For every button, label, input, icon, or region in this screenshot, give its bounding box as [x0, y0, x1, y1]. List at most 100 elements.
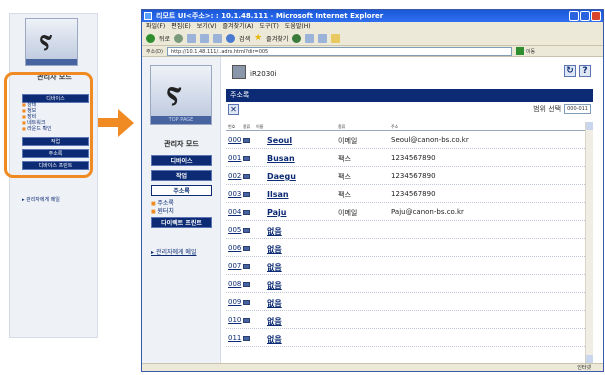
back-label[interactable]: 뒤로	[159, 34, 170, 43]
entry-name-link[interactable]: 없음	[267, 298, 282, 309]
entry-type-icon	[243, 228, 250, 233]
window-title: 리모트 UI<주소>: : 10.1.48.111 - Microsoft In…	[156, 12, 384, 20]
address-bar: 주소(D) http://10.1.48.111/..adrs.html?dir…	[142, 46, 603, 57]
vertical-scrollbar[interactable]	[585, 122, 593, 363]
folder-icon[interactable]	[331, 34, 341, 43]
refresh-icon[interactable]	[200, 34, 210, 43]
menu-file[interactable]: 파일(F)	[146, 22, 165, 32]
menu-help[interactable]: 도움말(H)	[285, 22, 311, 32]
entry-name-link[interactable]: 없음	[267, 334, 282, 345]
table-row: 007 없음	[226, 257, 593, 275]
entry-type: 이메일	[338, 209, 358, 217]
favorites-icon[interactable]: ★	[254, 34, 262, 43]
toolbar: 뒤로 검색 ★ 즐겨찾기	[142, 32, 603, 46]
address-label: 주소(D)	[146, 48, 163, 55]
top-page-logo-icon[interactable]: ⲋ TOP PAGE	[150, 65, 212, 125]
refresh-page-icon[interactable]: ↻	[564, 65, 576, 77]
table-row: 010 없음	[226, 311, 593, 329]
back-icon[interactable]	[146, 34, 155, 43]
header-icons: ↻ ?	[564, 65, 591, 77]
nav-address-book-button[interactable]: 주소록	[151, 185, 212, 196]
entry-number-link[interactable]: 007	[228, 262, 241, 270]
menu-favorites[interactable]: 즐겨찾기(A)	[223, 22, 254, 32]
scroll-down-icon[interactable]	[586, 355, 593, 363]
go-icon[interactable]	[515, 47, 524, 55]
entry-number-link[interactable]: 000	[228, 136, 241, 144]
entry-address: Seoul@canon-bs.co.kr	[391, 136, 469, 144]
entry-name-link[interactable]: 없음	[267, 280, 282, 291]
mail-admin-link[interactable]: ▸ 관리자에게 메일	[151, 247, 196, 256]
entry-number-link[interactable]: 001	[228, 154, 241, 162]
print-icon[interactable]	[318, 34, 328, 43]
nav-device-button[interactable]: 디바이스	[151, 155, 212, 166]
section-controls: ✕ 범위 선택 000-011	[226, 103, 593, 116]
history-icon[interactable]	[292, 34, 302, 43]
entry-type-icon	[243, 156, 250, 161]
close-section-icon[interactable]: ✕	[228, 104, 239, 115]
entry-name-link[interactable]: Daegu	[267, 172, 296, 181]
menu-view[interactable]: 보기(V)	[197, 22, 217, 32]
scroll-up-icon[interactable]	[586, 122, 593, 130]
mail-icon[interactable]	[305, 34, 315, 43]
nav-direct-print-button[interactable]: 다이렉트 프린트	[151, 217, 212, 228]
entry-type: 팩스	[338, 173, 351, 181]
entry-name-link[interactable]: 없음	[267, 262, 282, 273]
search-icon[interactable]	[226, 34, 236, 43]
entry-type: 이메일	[338, 137, 358, 145]
entry-number-link[interactable]: 005	[228, 226, 241, 234]
mini-logo-icon: ⲋ	[25, 18, 78, 66]
entry-name-link[interactable]: Ilsan	[267, 190, 289, 199]
printer-icon	[232, 65, 246, 79]
entry-type-icon	[243, 192, 250, 197]
entry-number-link[interactable]: 010	[228, 316, 241, 324]
entry-number-link[interactable]: 006	[228, 244, 241, 252]
search-label[interactable]: 검색	[239, 34, 250, 43]
range-select[interactable]: 000-011	[564, 104, 591, 114]
entry-type-icon	[243, 246, 250, 251]
entry-number-link[interactable]: 008	[228, 280, 241, 288]
mini-logo-tail	[26, 59, 77, 65]
entry-name-link[interactable]: Seoul	[267, 136, 292, 145]
menu-tools[interactable]: 도구(T)	[259, 22, 278, 32]
sublink-one-touch[interactable]: 원터치	[151, 208, 174, 216]
entry-number-link[interactable]: 002	[228, 172, 241, 180]
menu-edit[interactable]: 편집(E)	[171, 22, 191, 32]
maximize-button[interactable]	[580, 11, 590, 21]
sublink-address-book[interactable]: 주소록	[151, 200, 174, 208]
table-row: 005 없음	[226, 221, 593, 239]
status-zone: 인터넷	[577, 365, 591, 371]
logo-tail: TOP PAGE	[151, 116, 211, 124]
entry-type: 팩스	[338, 191, 351, 199]
entry-address: 1234567890	[391, 172, 436, 180]
status-bar: 인터넷	[142, 363, 603, 371]
entry-number-link[interactable]: 003	[228, 190, 241, 198]
entry-name-link[interactable]: 없음	[267, 244, 282, 255]
table-row: 001 Busan 팩스 1234567890	[226, 149, 593, 167]
entry-name-link[interactable]: Busan	[267, 154, 295, 163]
arrow-shaft	[98, 118, 118, 127]
close-button[interactable]	[591, 11, 601, 21]
entry-name-link[interactable]: 없음	[267, 226, 282, 237]
address-input[interactable]: http://10.1.48.111/..adrs.html?dir=005	[166, 46, 512, 56]
entry-name-link[interactable]: 없음	[267, 316, 282, 327]
header-kind: 종류	[243, 124, 251, 129]
table-row: 002 Daegu 팩스 1234567890	[226, 167, 593, 185]
entry-number-link[interactable]: 011	[228, 334, 241, 342]
entry-name-link[interactable]: Paju	[267, 208, 286, 217]
go-label[interactable]: 이동	[526, 48, 535, 55]
left-nav: ⲋ TOP PAGE 관리자 모드 디바이스 작업 주소록 주소록 원터치 다이…	[142, 57, 221, 363]
entry-number-link[interactable]: 004	[228, 208, 241, 216]
entry-number-link[interactable]: 009	[228, 298, 241, 306]
help-icon[interactable]: ?	[579, 65, 591, 77]
home-icon[interactable]	[213, 34, 223, 43]
favorites-label[interactable]: 즐겨찾기	[266, 34, 288, 43]
table-body: 000 Seoul 이메일 Seoul@canon-bs.co.kr 001 Busan 팩…	[226, 131, 593, 347]
stop-icon[interactable]	[187, 34, 197, 43]
minimize-button[interactable]	[569, 11, 579, 21]
nav-jobs-button[interactable]: 작업	[151, 170, 212, 181]
highlight-frame	[4, 72, 93, 178]
menu-bar: 파일(F) 편집(E) 보기(V) 즐겨찾기(A) 도구(T) 도움말(H)	[142, 22, 603, 32]
entry-type-icon	[243, 264, 250, 269]
admin-mode-title: 관리자 모드	[164, 140, 199, 148]
forward-icon[interactable]	[174, 34, 184, 43]
